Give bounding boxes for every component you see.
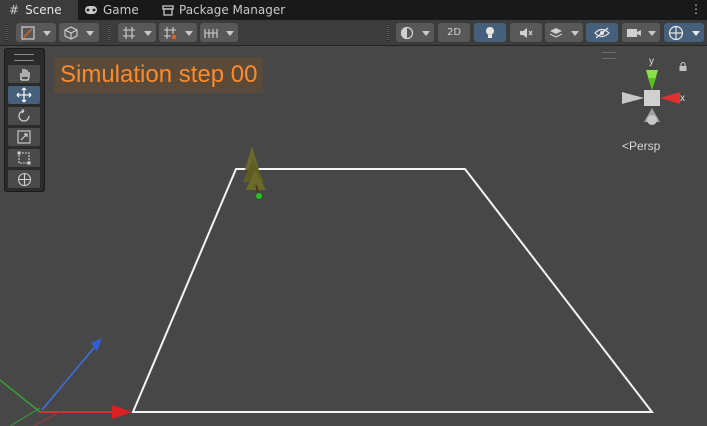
tab-bar: # Scene Game Package Manager ⋮ [0,0,707,20]
gizmo-drag-handle[interactable] [602,52,616,59]
grid-icon [123,26,135,39]
toggle-2d-button[interactable]: 2D [438,23,470,42]
tab-game[interactable]: Game [84,0,154,20]
toggle-audio-button[interactable] [510,23,542,42]
scale-icon [17,130,31,144]
scene-visibility-button[interactable] [586,23,618,42]
rect-transform-icon [17,151,31,165]
lightbulb-icon [486,26,494,38]
scene-viewport[interactable] [0,46,707,426]
ruler-icon [204,28,218,38]
cube-icon [64,25,78,40]
render-view-dropdown[interactable] [59,23,99,42]
transform-tool-button[interactable] [8,170,40,188]
lock-icon[interactable] [679,62,687,71]
scale-tool-button[interactable] [8,128,40,146]
camera-icon [627,28,641,37]
more-options-icon[interactable]: ⋮ [690,2,702,16]
gizmo-y-label: y [649,56,654,67]
package-icon [162,4,174,16]
gizmos-dropdown[interactable] [664,23,704,42]
toolbar-grip [387,24,389,41]
effects-dropdown[interactable] [545,23,583,42]
shading-dropdown[interactable] [396,23,434,42]
projection-toggle[interactable]: <Persp [622,139,660,153]
panel-drag-handle[interactable] [14,54,34,61]
tab-package-manager-label: Package Manager [179,3,286,17]
tab-scene-label: Scene [25,3,62,17]
gizmo-globe-icon [668,25,684,40]
sphere-icon [400,26,414,39]
snap-icon [164,26,176,39]
toggle-lighting-button[interactable] [474,23,506,42]
incremental-snap-dropdown[interactable] [159,23,197,42]
rotate-tool-button[interactable] [8,107,40,125]
layers-icon [549,27,563,38]
gizmo-x-label: x [680,93,685,104]
eye-hidden-icon [594,27,610,38]
hand-tool-button[interactable] [8,65,40,83]
audio-muted-icon [520,27,533,38]
simulation-step-label: Simulation step 00 [54,57,264,93]
tab-game-label: Game [103,3,139,17]
toolbar-grip [108,24,110,41]
move-arrows-icon [16,87,32,103]
rect-tool-button[interactable] [8,149,40,167]
ruler-snap-dropdown[interactable] [200,23,238,42]
tab-package-manager[interactable]: Package Manager [162,0,302,20]
hash-icon: # [9,3,20,17]
grid-snapping-dropdown[interactable] [118,23,156,42]
gamepad-icon [85,6,97,14]
tab-scene[interactable]: # Scene [0,0,78,20]
tools-panel [4,48,45,192]
rotate-icon [18,109,30,122]
scene-toolbar: 2D [0,20,707,46]
hand-icon [20,69,30,81]
draw-mode-dropdown[interactable] [16,23,56,42]
shading-mode-icon [21,25,35,40]
camera-dropdown[interactable] [622,23,660,42]
move-tool-button[interactable] [8,86,40,104]
toggle-2d-label: 2D [446,27,462,38]
transform-icon [17,172,31,186]
toolbar-grip [6,24,8,41]
